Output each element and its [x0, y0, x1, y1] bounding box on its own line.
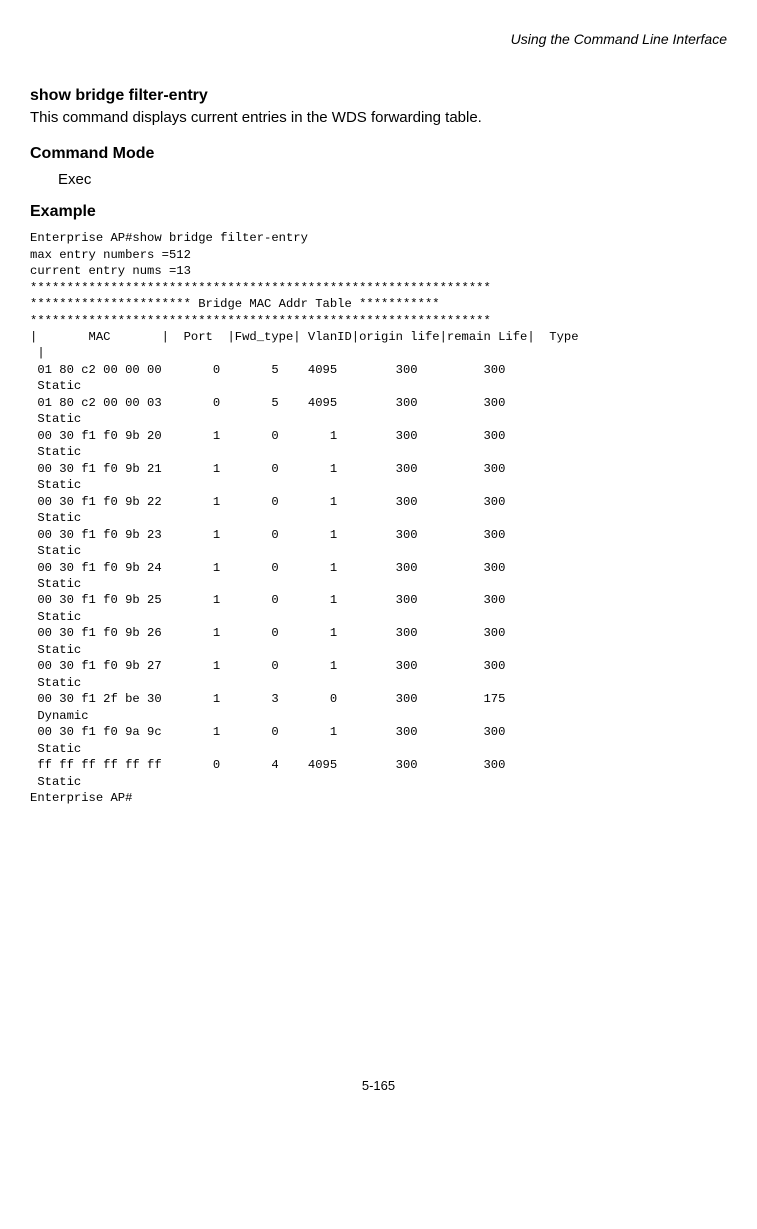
console-output: Enterprise AP#show bridge filter-entry m… [30, 230, 727, 806]
page-number: 5-165 [30, 1077, 727, 1095]
running-header: Using the Command Line Interface [30, 30, 727, 49]
command-mode-value: Exec [30, 170, 727, 190]
command-description: This command displays current entries in… [30, 108, 727, 128]
command-name: show bridge filter-entry [30, 85, 727, 107]
command-mode-heading: Command Mode [30, 143, 727, 165]
example-heading: Example [30, 201, 727, 223]
